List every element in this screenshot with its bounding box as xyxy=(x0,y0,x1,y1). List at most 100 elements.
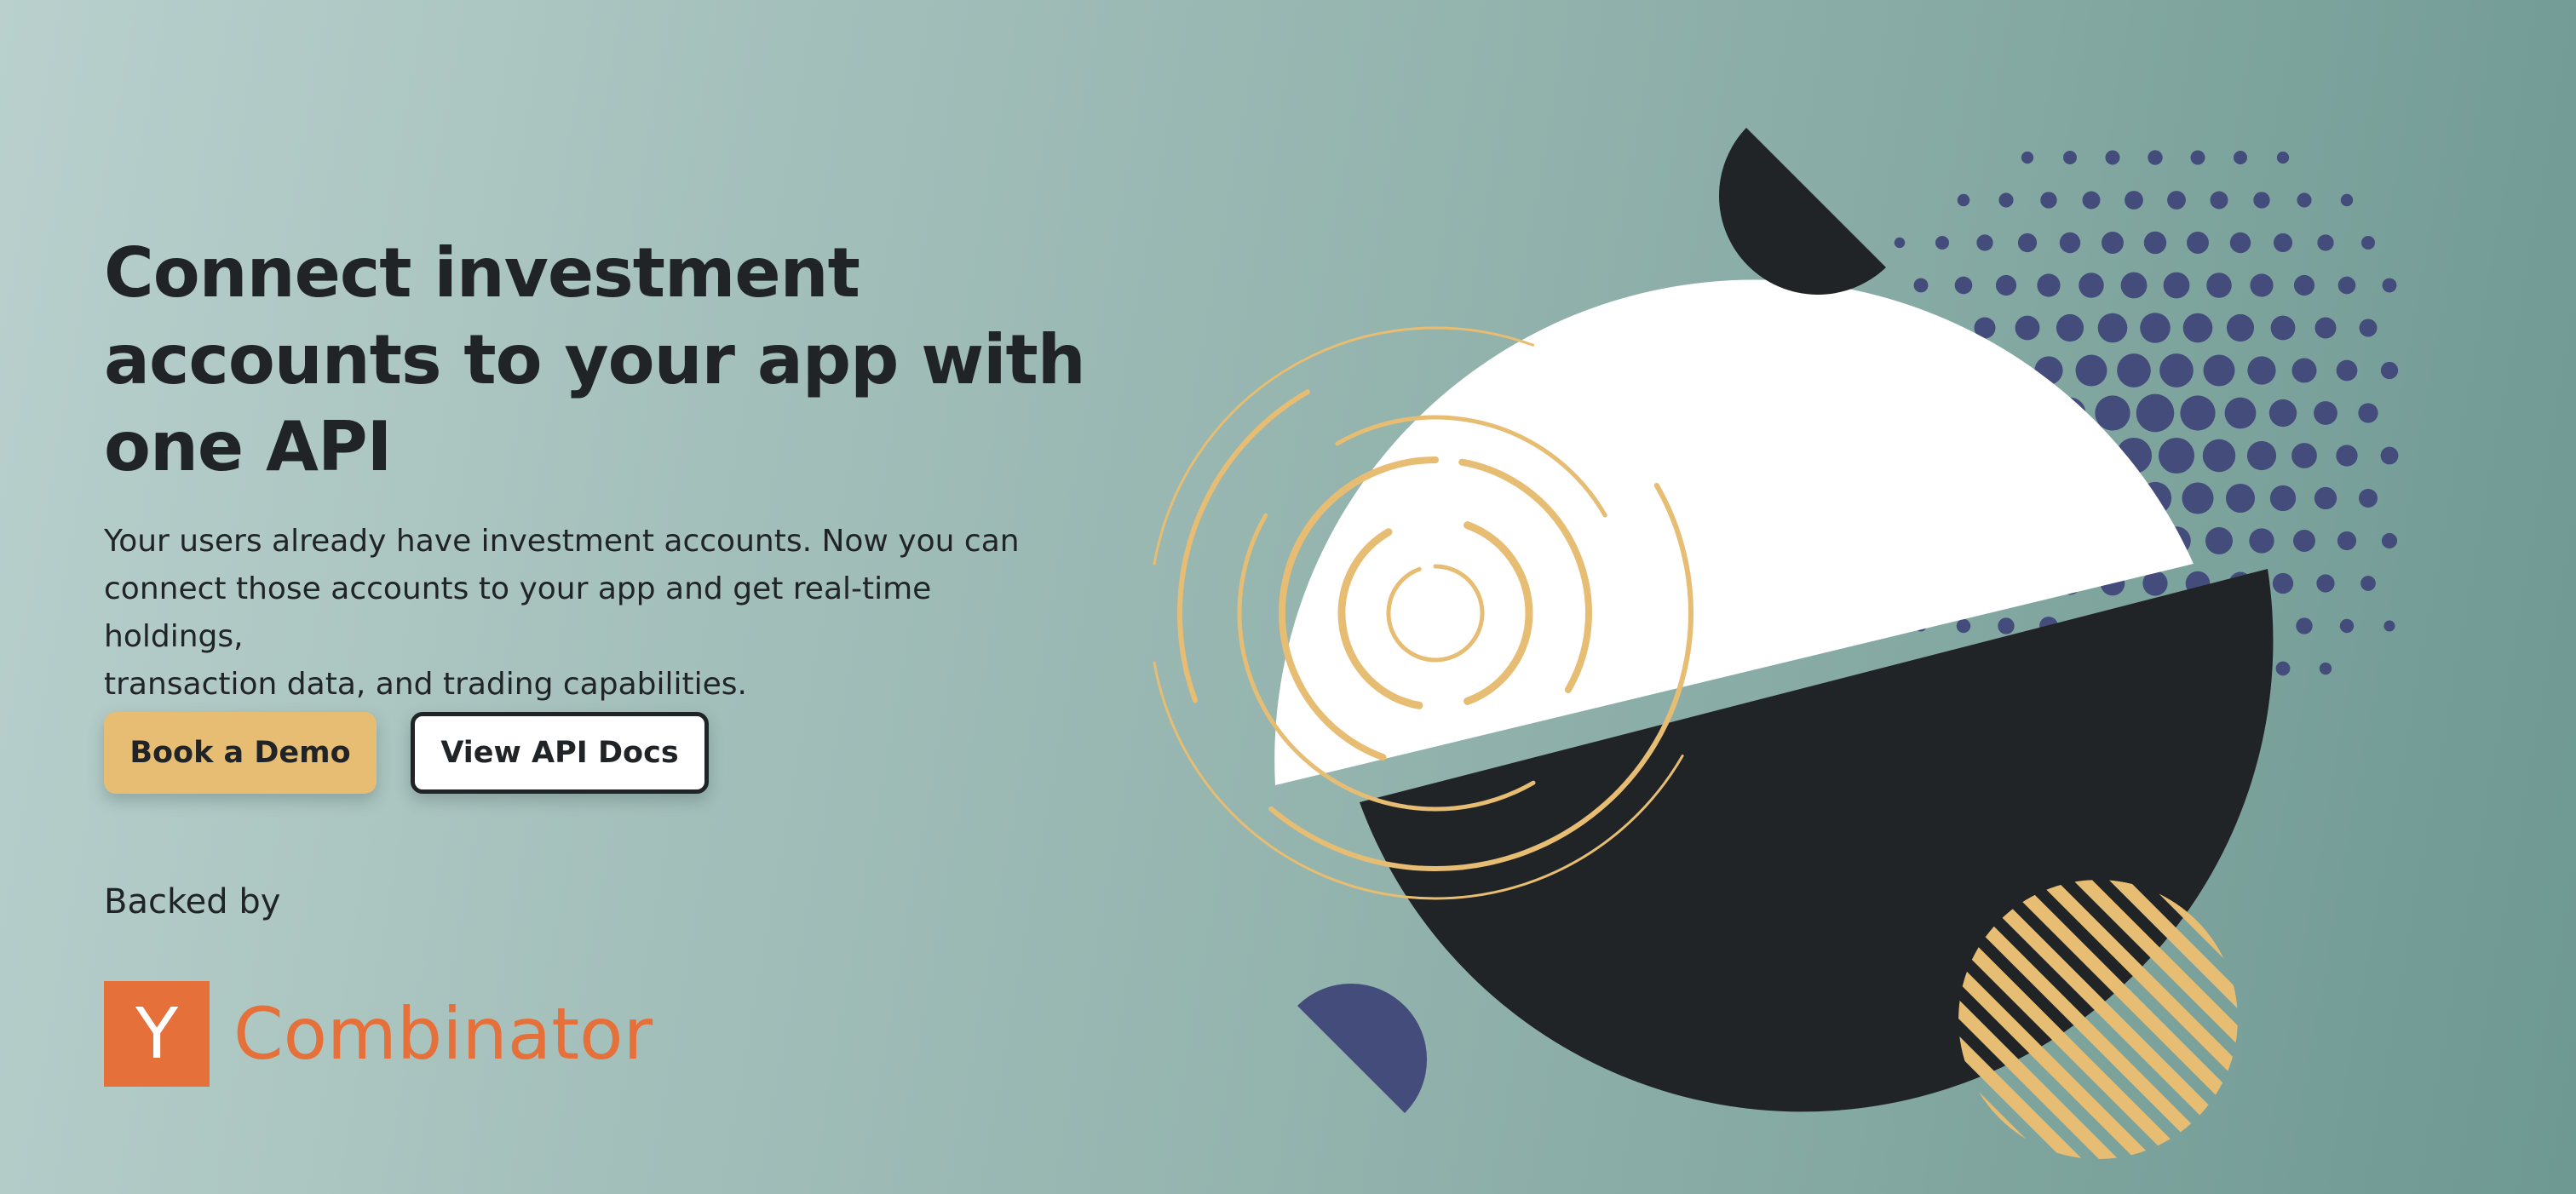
halftone-dot xyxy=(2314,317,2337,339)
halftone-dot xyxy=(2247,356,2276,385)
halftone-dot xyxy=(2117,353,2151,387)
halftone-dot xyxy=(2040,192,2057,209)
halftone-dot xyxy=(2253,192,2270,209)
halftone-dot xyxy=(2317,234,2334,251)
halftone-dot xyxy=(2250,273,2274,297)
halftone-dot xyxy=(2205,527,2233,554)
halftone-dot xyxy=(1935,235,1950,250)
headline-line-1: Connect investment xyxy=(104,233,860,313)
halftone-dot xyxy=(2021,151,2034,164)
halftone-dot xyxy=(2187,232,2209,254)
halftone-dot xyxy=(2336,359,2358,382)
subtext-line-1: Your users already have investment accou… xyxy=(104,524,1020,559)
halftone-dot xyxy=(1913,278,1929,293)
halftone-dot xyxy=(2276,151,2290,164)
headline-line-3: one API xyxy=(104,407,392,486)
halftone-dot xyxy=(2296,617,2313,634)
halftone-dot xyxy=(2275,661,2291,676)
halftone-dot xyxy=(2383,620,2395,632)
halftone-dot xyxy=(2336,445,2358,467)
halftone-dot xyxy=(2159,353,2194,387)
halftone-dot xyxy=(2319,662,2332,675)
hero-subtext: Your users already have investment accou… xyxy=(104,518,1067,709)
halftone-dot xyxy=(1954,276,1973,295)
halftone-dot xyxy=(2210,191,2228,210)
halftone-dot xyxy=(2075,354,2107,387)
halftone-dot xyxy=(2182,482,2214,514)
halftone-dot xyxy=(2180,395,2216,431)
halftone-dot xyxy=(2314,401,2337,425)
halftone-dot xyxy=(2360,235,2376,250)
halftone-dot xyxy=(2270,315,2296,341)
halftone-dot xyxy=(2360,576,2376,591)
halftone-dot xyxy=(2203,354,2235,387)
halftone-dot xyxy=(2224,397,2257,429)
halftone-dot xyxy=(2337,531,2357,551)
halftone-dot xyxy=(2314,486,2337,510)
halftone-dot xyxy=(2268,399,2297,428)
y-combinator-logo: Y Combinator xyxy=(104,981,653,1087)
halftone-dot xyxy=(2380,446,2399,465)
halftone-dot xyxy=(2125,191,2143,210)
headline-line-2: accounts to your app with xyxy=(104,320,1086,399)
halftone-dot xyxy=(2272,572,2294,594)
book-demo-button[interactable]: Book a Demo xyxy=(104,712,377,794)
halftone-dot xyxy=(2246,440,2277,471)
halftone-dot xyxy=(2097,313,2128,343)
halftone-dot xyxy=(2095,395,2130,431)
halftone-dot xyxy=(2105,150,2120,165)
hero-illustration xyxy=(1153,128,2399,1159)
hero-section: Connect investment accounts to your app … xyxy=(104,230,1126,709)
halftone-dot xyxy=(2225,483,2256,514)
subtext-line-3: transaction data, and trading capabiliti… xyxy=(104,667,747,702)
halftone-dot xyxy=(2148,150,2163,165)
halftone-dot xyxy=(2120,272,2148,299)
halftone-dot xyxy=(1956,618,1971,634)
subtext-line-2: connect those accounts to your app and g… xyxy=(104,571,932,654)
view-api-docs-button[interactable]: View API Docs xyxy=(411,712,709,794)
halftone-dot xyxy=(2337,276,2356,295)
halftone-dot xyxy=(1894,237,1906,249)
halftone-dot xyxy=(2380,361,2399,380)
halftone-dot xyxy=(2017,232,2038,253)
halftone-dot xyxy=(2359,319,2378,337)
halftone-dot xyxy=(2234,151,2247,164)
halftone-dot xyxy=(2056,313,2084,342)
yc-logo-wordmark: Combinator xyxy=(233,992,653,1076)
halftone-dot xyxy=(2037,273,2061,297)
halftone-dot xyxy=(2293,530,2315,552)
halftone-dot xyxy=(2229,232,2251,254)
halftone-dot xyxy=(1998,617,2015,634)
halftone-dot xyxy=(2102,232,2124,254)
halftone-dot xyxy=(2190,150,2205,165)
halftone-dot xyxy=(1998,192,2014,208)
halftone-dot xyxy=(2082,191,2101,210)
halftone-dot xyxy=(2140,313,2171,343)
halftone-dot xyxy=(1957,193,1970,207)
halftone-dot xyxy=(2206,273,2232,298)
halftone-dot xyxy=(2059,232,2081,254)
halftone-dot xyxy=(2273,232,2293,253)
backed-by-label: Backed by xyxy=(104,882,281,921)
striped-gold-circle-icon xyxy=(1958,880,2238,1159)
halftone-dot xyxy=(2079,273,2104,298)
halftone-dot xyxy=(2143,231,2167,255)
halftone-dot xyxy=(1995,274,2017,296)
halftone-dot xyxy=(2382,278,2397,293)
halftone-dot xyxy=(2167,191,2186,210)
halftone-dot xyxy=(2358,403,2378,423)
halftone-dot xyxy=(2340,193,2354,207)
halftone-dot xyxy=(2163,272,2190,299)
halftone-dot xyxy=(2015,315,2040,341)
halftone-dot xyxy=(2293,274,2315,296)
navy-half-circle-icon xyxy=(1297,983,1428,1113)
cta-row: Book a Demo View API Docs xyxy=(104,712,709,794)
halftone-dot xyxy=(2381,532,2398,549)
halftone-dot xyxy=(2359,489,2378,508)
halftone-dot xyxy=(2158,437,2195,474)
halftone-dot xyxy=(2202,439,2236,473)
halftone-dot xyxy=(2136,393,2175,433)
halftone-dot xyxy=(2316,574,2335,593)
halftone-dot xyxy=(2339,618,2355,634)
halftone-dot xyxy=(2182,313,2213,343)
